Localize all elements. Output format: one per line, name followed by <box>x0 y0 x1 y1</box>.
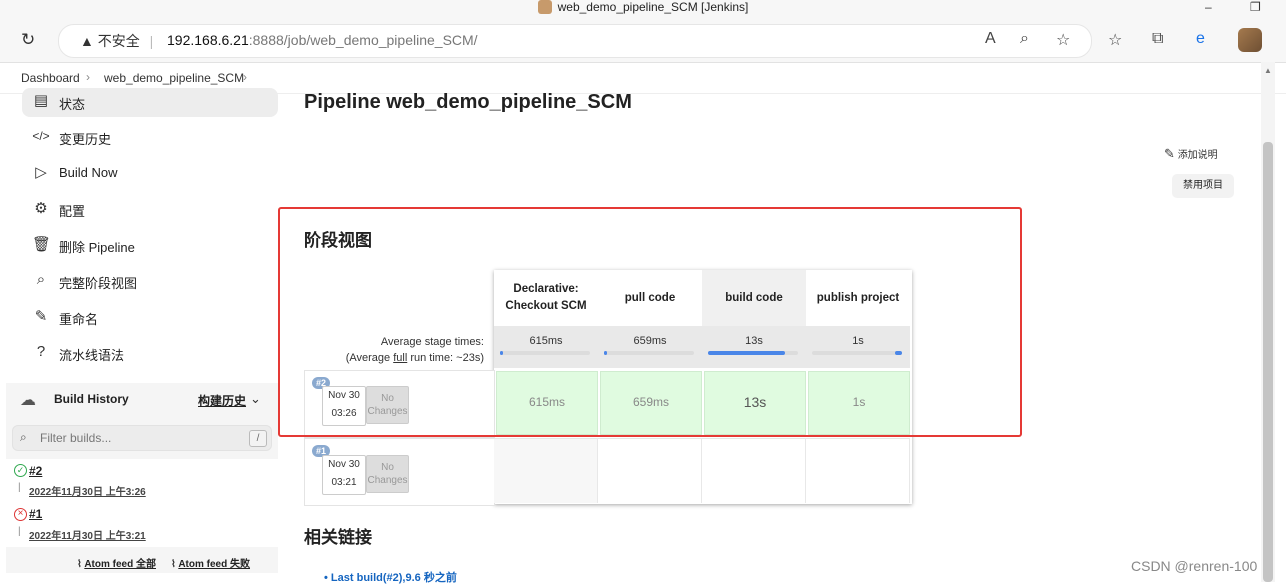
help-icon: ? <box>36 343 46 360</box>
restore-button[interactable]: ❐ <box>1250 0 1261 14</box>
build-link-1[interactable]: #1 <box>29 507 42 521</box>
weather-cloud-icon: ☁ <box>20 392 36 409</box>
atom-feed-all[interactable]: ⌇ Atom feed 全部 <box>77 555 156 570</box>
scrollbar-thumb[interactable] <box>1263 142 1273 582</box>
sidebar-item-delete[interactable]: 🗑 删除 Pipeline <box>22 229 278 261</box>
play-icon: ▷ <box>35 164 47 181</box>
sidebar-item-full-stage-view[interactable]: ⌕ 完整阶段视图 <box>22 265 278 297</box>
run-date[interactable]: Nov 30 03:21 <box>322 455 366 495</box>
row-divider: | <box>18 482 21 493</box>
no-changes-badge[interactable]: No Changes <box>366 455 409 493</box>
filter-placeholder: Filter builds... <box>40 431 112 445</box>
zoom-icon[interactable]: ⌕ <box>1020 30 1029 48</box>
build-date-2[interactable]: 2022年11月30日 上午3:26 <box>29 483 146 498</box>
chevron-right-icon: › <box>86 70 90 84</box>
chevron-right-icon[interactable]: › <box>243 70 247 84</box>
breadcrumb-job[interactable]: web_demo_pipeline_SCM <box>104 71 244 85</box>
pencil-icon: ✎ <box>34 308 48 325</box>
chevron-down-icon[interactable]: ⌄ <box>250 391 261 407</box>
failed-x-icon: × <box>14 508 27 521</box>
stage-cell-empty <box>494 438 598 503</box>
watermark: CSDN @renren-100 <box>1131 558 1258 574</box>
jenkins-favicon-icon <box>537 0 552 14</box>
stage-cell-empty <box>702 438 806 503</box>
annotation-highlight-box <box>278 207 1022 437</box>
build-history-title: Build History <box>54 392 129 406</box>
sidebar-item-status[interactable]: ▤ 状态 <box>22 88 278 117</box>
rss-icon: ⌇ <box>77 559 82 570</box>
gear-icon: ⚙ <box>34 200 48 217</box>
insecure-warning[interactable]: ▲ 不安全 | <box>80 31 153 51</box>
build-date-1[interactable]: 2022年11月30日 上午3:21 <box>29 527 146 542</box>
search-icon: ⌕ <box>20 430 27 444</box>
disable-project-button[interactable]: 禁用项目 <box>1172 174 1234 198</box>
breadcrumb-dashboard[interactable]: Dashboard <box>21 71 80 85</box>
edge-icon[interactable]: e <box>1196 30 1205 48</box>
pencil-icon: ✎ <box>1164 146 1175 161</box>
search-icon: ⌕ <box>36 271 46 288</box>
avatar[interactable] <box>1238 28 1262 52</box>
build-history-trend-link[interactable]: 构建历史 <box>198 392 246 409</box>
add-favorite-icon[interactable]: ☆ <box>1056 30 1070 50</box>
read-aloud-icon[interactable]: A <box>985 30 996 48</box>
sidebar-item-build-now[interactable]: ▷ Build Now <box>22 157 278 189</box>
stage-cell-empty <box>806 438 910 503</box>
sidebar-item-rename[interactable]: ✎ 重命名 <box>22 301 278 333</box>
page-title: Pipeline web_demo_pipeline_SCM <box>304 91 632 113</box>
reload-icon[interactable]: ↻ <box>21 30 35 50</box>
sidebar-item-changes[interactable]: </> 变更历史 <box>22 121 278 153</box>
keyboard-shortcut-badge: / <box>249 430 267 447</box>
code-icon: </> <box>32 129 50 143</box>
row-divider: | <box>18 526 21 537</box>
warning-icon: ▲ <box>80 33 94 49</box>
trash-icon: 🗑 <box>32 236 52 253</box>
rss-icon: ⌇ <box>171 559 176 570</box>
favorites-icon[interactable]: ☆ <box>1108 30 1122 50</box>
build-link-2[interactable]: #2 <box>29 464 42 478</box>
stage-cell-empty <box>598 438 702 503</box>
url-text[interactable]: 192.168.6.21:8888/job/web_demo_pipeline_… <box>167 32 478 48</box>
sidebar-item-configure[interactable]: ⚙ 配置 <box>22 193 278 225</box>
scroll-up-icon[interactable]: ▲ <box>1264 66 1272 75</box>
minimize-button[interactable]: – <box>1205 0 1212 14</box>
atom-feed-failed[interactable]: ⌇ Atom feed 失败 <box>171 555 250 570</box>
sidebar-item-pipeline-syntax[interactable]: ? 流水线语法 <box>22 337 278 369</box>
collections-icon[interactable]: ⧉ <box>1152 30 1163 48</box>
related-links-title: 相关链接 <box>304 528 372 547</box>
document-icon: ▤ <box>33 92 49 109</box>
success-check-icon: ✓ <box>14 464 27 477</box>
last-build-link[interactable]: • Last build(#2),9.6 秒之前 <box>324 569 457 585</box>
window-title: web_demo_pipeline_SCM [Jenkins] <box>0 0 1286 14</box>
add-description-link[interactable]: ✎ 添加说明 <box>1164 146 1218 162</box>
